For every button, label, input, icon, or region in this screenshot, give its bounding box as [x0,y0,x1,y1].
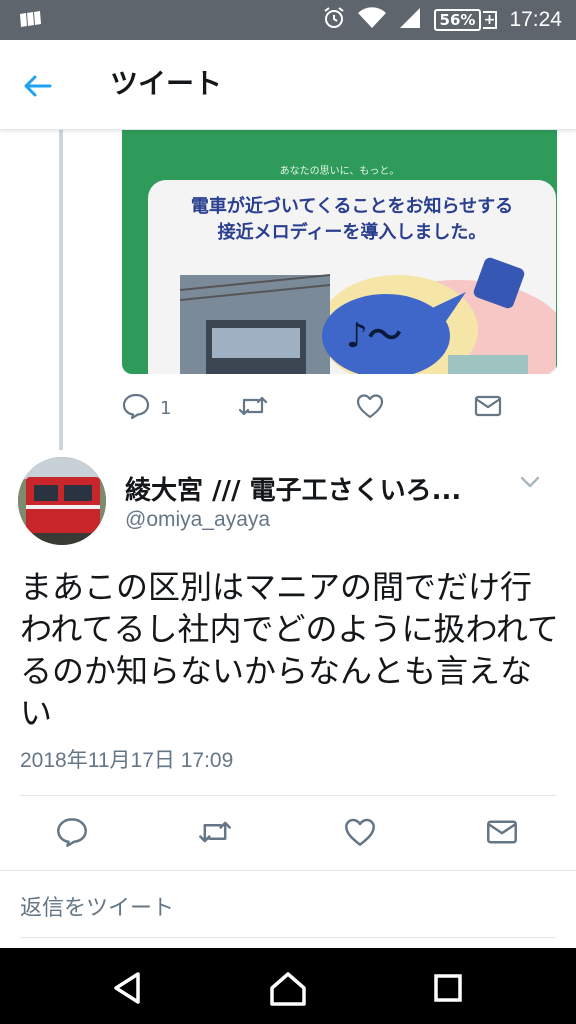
media-heading-line-1: 電車が近づいてくることをお知らせする [190,196,514,217]
square-recents-icon [426,974,470,1014]
tweet-timestamp: 2018年11月17日 17:09 [20,749,234,772]
back-button[interactable] [18,66,58,106]
chevron-down-icon [516,476,544,498]
reply-icon [122,393,150,423]
nav-home-button[interactable] [266,966,310,1010]
retweet-button[interactable] [238,388,268,428]
notification-icon [18,10,42,34]
reply-count: 1 [160,397,172,419]
battery-level: 56% [433,9,482,31]
retweet-icon [238,394,268,422]
mail-icon [486,819,518,849]
media-heading-line-2: 接近メロディーを導入しました。 [217,222,487,243]
reply-button[interactable] [56,814,88,854]
home-icon [266,972,310,1014]
message-button[interactable] [474,388,502,428]
author-handle: @omiya_ayaya [125,508,271,531]
reply-icon [56,817,88,851]
status-time: 17:24 [509,8,562,31]
triangle-back-icon [106,972,150,1014]
app-bar: ツイート [0,40,576,130]
message-button[interactable] [486,814,518,854]
media-heading: 電車が近づいてくることをお知らせする 接近メロディーを導入しました。 [148,194,556,246]
arrow-left-icon [18,75,58,110]
tweet-actions [20,812,560,856]
avatar[interactable] [18,457,106,545]
media-music-note: ♪～ [346,316,402,356]
page-title: ツイート [110,67,223,100]
divider [20,795,556,796]
like-button[interactable] [356,388,384,428]
retweet-icon [198,818,232,850]
wifi-icon [357,7,386,33]
author-name[interactable]: 綾大宮 /// 電子工さくいろ... [125,470,505,507]
parent-tweet-actions: 1 [122,388,542,428]
media-caption: あなたの思いに、もっと。 [279,166,400,177]
charging-indicator: + [483,11,498,29]
retweet-button[interactable] [198,814,232,854]
signal-icon [398,7,422,33]
nav-back-button[interactable] [106,966,150,1010]
thread-connector [59,130,63,450]
status-bar: 56% + 17:24 [0,0,576,40]
mail-icon [474,395,502,421]
reply-input[interactable]: 返信をツイート [20,880,556,938]
heart-icon [356,393,384,423]
tweet-text: まあこの区別はマニアの間でだけ行われてるし社内でどのように扱われてるのか知らない… [20,568,559,732]
reply-placeholder: 返信をツイート [20,896,175,921]
alarm-icon [322,6,346,34]
battery-icon: 56% + [433,9,498,31]
heart-icon [344,817,376,851]
nav-recents-button[interactable] [426,966,470,1010]
tweet-media-image[interactable]: あなたの思いに、もっと。 ♪～ 電車が近づいてくることをお知らせする 接近メロデ… [122,130,557,374]
tweet-options-button[interactable] [516,470,544,494]
like-button[interactable] [344,814,376,854]
divider [0,870,576,871]
reply-button[interactable]: 1 [122,388,171,428]
navigation-bar [0,948,576,1024]
